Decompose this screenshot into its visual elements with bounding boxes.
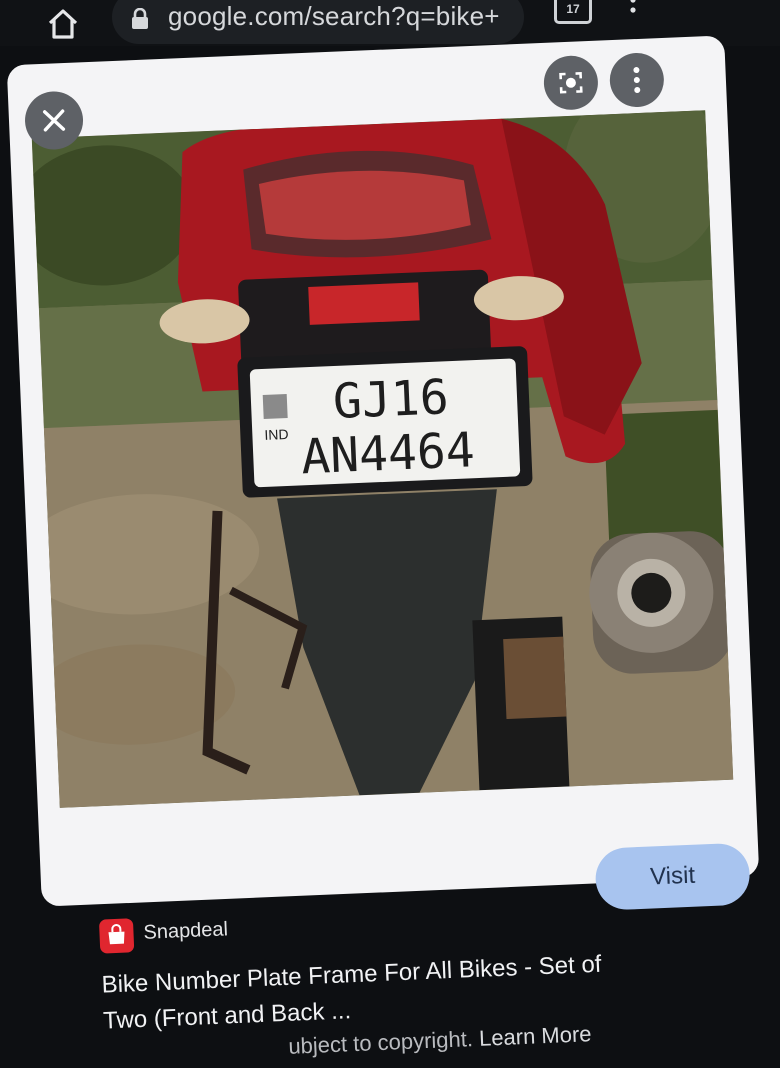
learn-more-link[interactable]: Learn More [479,1021,592,1051]
plate-country-text: IND [264,426,289,443]
plate-line-2: AN4464 [300,422,476,485]
snapdeal-logo-icon [98,918,135,954]
google-lens-button[interactable] [542,54,600,111]
image-viewer-card: IND GJ16 AN4464 [6,35,760,907]
lens-icon [559,72,583,94]
plate-line-1: GJ16 [332,369,450,430]
motorcycle-photo[interactable]: IND GJ16 AN4464 [31,110,734,808]
result-info: Visit Snapdeal Bike Number Plate Frame F… [90,822,758,1059]
tab-switcher-button[interactable]: 17 [554,0,592,24]
more-options-button[interactable] [608,51,665,109]
browser-menu-icon[interactable] [624,0,642,20]
visit-button[interactable]: Visit [594,842,751,911]
source-name[interactable]: Snapdeal [143,918,228,945]
lock-icon [132,8,148,29]
url-text[interactable]: google.com/search?q=bike+ [168,1,500,32]
home-icon[interactable] [44,6,82,42]
close-viewer-button[interactable] [23,90,85,151]
copyright-text: ubject to copyright. [287,1026,474,1059]
more-vert-icon [633,67,641,94]
close-icon [42,109,66,132]
